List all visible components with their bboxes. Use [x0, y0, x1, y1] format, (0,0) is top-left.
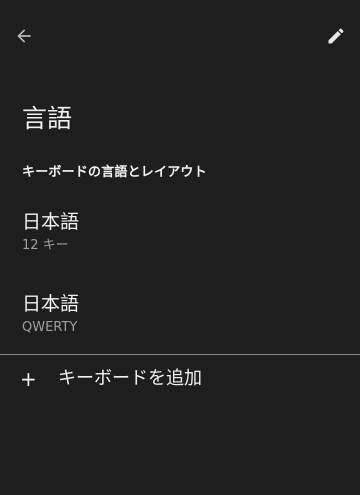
- plus-icon: +: [20, 367, 37, 391]
- divider: [0, 354, 360, 355]
- add-keyboard-label: キーボードを追加: [58, 368, 202, 389]
- language-item-japanese-qwerty[interactable]: 日本語 QWERTY: [0, 291, 360, 355]
- language-item-japanese-12key[interactable]: 日本語 12 キー: [0, 209, 360, 273]
- edit-button[interactable]: [320, 20, 352, 52]
- language-layout: QWERTY: [22, 320, 78, 335]
- app-bar: [0, 0, 360, 72]
- back-button[interactable]: [8, 20, 40, 52]
- add-keyboard-button[interactable]: + キーボードを追加: [0, 360, 360, 400]
- language-name: 日本語: [22, 293, 80, 315]
- arrow-left-icon: [17, 29, 31, 43]
- language-name: 日本語: [22, 211, 80, 233]
- language-layout: 12 キー: [22, 238, 69, 253]
- page-title: 言語: [22, 104, 73, 133]
- pencil-icon: [328, 28, 344, 44]
- section-header-keyboard-languages: キーボードの言語とレイアウト: [22, 165, 207, 180]
